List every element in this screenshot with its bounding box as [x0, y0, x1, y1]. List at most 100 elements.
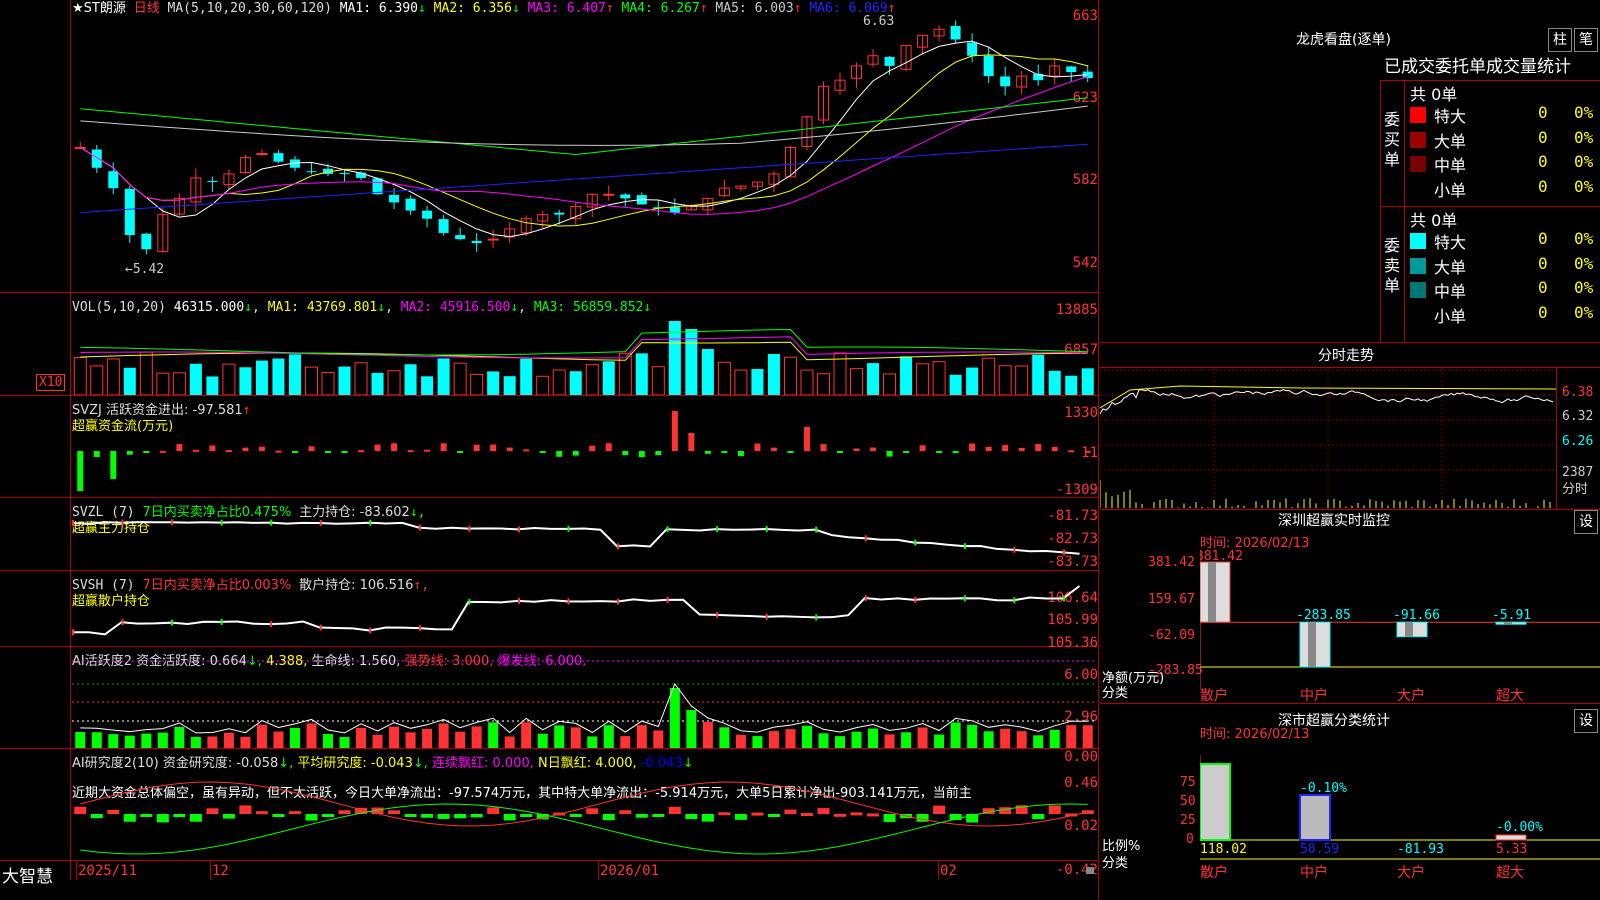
research-line	[80, 781, 1088, 827]
volume-chart[interactable]	[72, 315, 1096, 395]
sz-monitor-chart: 381.42 -283.85 -91.66 -5.91 散户 中户 大户 超大	[1200, 550, 1600, 704]
tick-mark	[270, 621, 273, 628]
tick-view-button[interactable]: 笔	[1574, 28, 1598, 52]
buy-level-count: 0	[1538, 127, 1548, 147]
svsh-chart[interactable]	[72, 571, 1096, 646]
research-bar	[222, 814, 235, 819]
ratio-value: -81.93	[1397, 842, 1444, 857]
volume-bar	[949, 374, 962, 395]
category-label: 超大	[1496, 865, 1524, 881]
tick-mark	[765, 526, 768, 533]
activity-bar	[256, 724, 267, 748]
tick-mark	[716, 611, 719, 618]
research-bar	[767, 814, 780, 817]
activity-bar	[124, 735, 135, 748]
research-bar	[156, 814, 169, 823]
activity-bar	[851, 731, 862, 748]
flow-bar	[473, 444, 480, 451]
research-bar	[751, 812, 764, 816]
svzl-chart[interactable]	[72, 498, 1096, 570]
flow-bar	[870, 447, 877, 451]
activity-bar	[785, 729, 796, 748]
brand-logo[interactable]: 大智慧	[2, 862, 53, 887]
activity-bar	[934, 734, 945, 748]
lock-icon[interactable]	[1086, 867, 1094, 874]
candle-body	[438, 219, 449, 233]
research-bar	[322, 814, 334, 817]
flow-bar	[258, 446, 265, 451]
flow-bar	[853, 448, 860, 451]
buy-level-label: 特大	[1434, 107, 1467, 126]
research-bar	[239, 805, 252, 814]
category-label: 散户	[1200, 687, 1228, 704]
pct-label: -0.10%	[1300, 781, 1347, 796]
tick-mark	[319, 624, 322, 631]
research-bar	[834, 813, 846, 817]
period-label[interactable]: 日线	[134, 1, 160, 16]
sz-classification-chart: -0.10% -0.00% 118.02 58.59 -81.93 5.33 散户 中户 大户 超…	[1200, 755, 1600, 881]
activity-bar	[141, 733, 152, 748]
activity-bar	[587, 736, 598, 748]
buy-level-pct: 0%	[1574, 127, 1594, 147]
ma-values: MA1: 6.390↓ MA2: 6.356↓ MA3: 6.407↑ MA4:…	[340, 1, 896, 16]
category-label: 超大	[1496, 688, 1524, 704]
date-tick: 02	[940, 863, 957, 879]
activity-bar	[735, 734, 746, 748]
candle-body	[455, 235, 466, 240]
flow-bar	[721, 451, 728, 453]
column-view-button[interactable]: 柱	[1548, 28, 1572, 52]
tick-mark	[666, 596, 669, 603]
buy-level-count: 0	[1538, 152, 1548, 171]
flow-bar	[424, 449, 431, 452]
svzj-chart[interactable]	[72, 396, 1096, 496]
flow-bar	[325, 451, 331, 453]
category-label: 中户	[1300, 687, 1328, 704]
flow-bar	[110, 451, 117, 479]
volume-bar	[1015, 365, 1029, 395]
activity-bar	[752, 736, 763, 748]
activity-bar	[570, 727, 581, 748]
activity-bar	[422, 728, 433, 748]
tick-mark	[468, 598, 471, 605]
research-bar	[668, 806, 681, 814]
volume-bar	[288, 354, 301, 395]
flow-bar	[770, 447, 777, 451]
bar-value: -5.91	[1492, 608, 1531, 623]
flow-bar	[556, 451, 563, 457]
tick-mark	[1013, 546, 1016, 553]
flow-bar	[952, 451, 959, 454]
volume-bar	[470, 373, 484, 395]
volume-bar	[783, 356, 797, 395]
sh-settings-button[interactable]: 设	[1574, 709, 1598, 733]
flow-bar	[886, 451, 893, 457]
intraday-chart[interactable]	[1100, 368, 1556, 508]
candle-body	[91, 149, 102, 168]
volume-bar	[156, 372, 170, 395]
sell-level-pct: 0%	[1574, 229, 1594, 248]
flow-bar	[803, 427, 810, 451]
candlestick-chart[interactable]	[72, 15, 1096, 290]
candle-body	[1066, 66, 1077, 73]
candle-body	[273, 153, 284, 162]
activity-bar	[488, 722, 499, 748]
date-tick: 2025/11	[78, 863, 138, 879]
activity-bar	[306, 723, 317, 748]
left-chart-area[interactable]: ★ST朗源 日线 MA(5,10,20,30,60,120) MA1: 6.39…	[0, 0, 1098, 887]
research-bar	[189, 814, 202, 822]
ai-activity-chart[interactable]	[72, 647, 1096, 748]
activity-bar	[273, 731, 284, 748]
flow-bar	[919, 445, 926, 451]
candle-body	[256, 153, 268, 156]
ma-item: MA1: 6.390↓	[339, 1, 426, 16]
vol-ma1: MA1: 43769.801	[267, 300, 378, 315]
research-bar	[1048, 805, 1061, 814]
tick-mark	[914, 539, 917, 546]
activity-bar	[174, 727, 185, 748]
intraday-panel[interactable]: 分时走势 6.38 6.32 6.26 2387 分时	[1100, 345, 1600, 510]
order-stats-tabs[interactable]: 已成交委托单成交量统计	[1384, 57, 1600, 77]
ai-research-chart[interactable]	[72, 749, 1096, 860]
sz-settings-button[interactable]: 设	[1574, 510, 1598, 534]
flow-bar	[985, 446, 992, 451]
ma-item: MA5: 6.003↑	[707, 1, 802, 16]
tick-mark	[617, 598, 620, 605]
